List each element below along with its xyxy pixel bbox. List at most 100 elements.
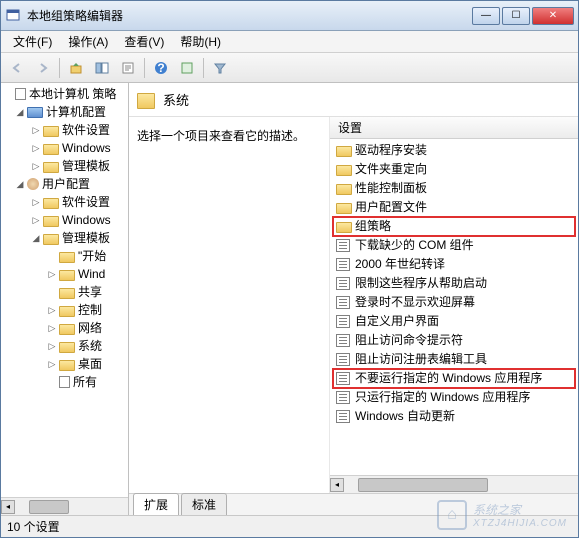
- tree-control[interactable]: ▷控制: [1, 301, 128, 319]
- expander-icon[interactable]: ▷: [31, 197, 41, 207]
- folder-icon: [43, 216, 59, 227]
- item-label: 阻止访问注册表编辑工具: [355, 351, 487, 368]
- scroll-thumb[interactable]: [29, 500, 69, 514]
- list-item[interactable]: 2000 年世纪转译: [330, 255, 578, 274]
- list-horizontal-scrollbar[interactable]: ◂: [330, 475, 578, 493]
- scroll-left-button[interactable]: ◂: [330, 478, 344, 492]
- settings-list[interactable]: 驱动程序安装 文件夹重定向 性能控制面板 用户配置文件 组策略 下载缺少的 CO…: [330, 139, 578, 475]
- expander-icon[interactable]: ▷: [31, 143, 41, 153]
- tree-desktop[interactable]: ▷ 桌面: [1, 355, 128, 373]
- item-label: 用户配置文件: [355, 199, 427, 216]
- expander-icon[interactable]: ▷: [47, 305, 57, 315]
- folder-icon: [59, 342, 75, 353]
- list-item[interactable]: Windows 自动更新: [330, 407, 578, 426]
- export-button[interactable]: [116, 56, 140, 80]
- tree-user-config[interactable]: ◢用户配置: [1, 175, 128, 193]
- column-header-settings[interactable]: 设置: [330, 117, 578, 139]
- expander-icon[interactable]: ▷: [31, 161, 41, 171]
- tree-start-menu[interactable]: "开始: [1, 247, 128, 265]
- separator: [144, 58, 145, 78]
- show-hide-tree-button[interactable]: [90, 56, 114, 80]
- menu-file[interactable]: 文件(F): [5, 31, 60, 52]
- tree-root[interactable]: 本地计算机 策略: [1, 85, 128, 103]
- tree-label: 桌面: [78, 356, 102, 372]
- expander-icon[interactable]: ▷: [47, 359, 57, 369]
- list-item-highlighted[interactable]: 不要运行指定的 Windows 应用程序: [332, 368, 576, 389]
- folder-icon: [43, 126, 59, 137]
- details-header: 系统: [129, 83, 578, 117]
- help-button[interactable]: ?: [149, 56, 173, 80]
- expander-icon[interactable]: ▷: [31, 215, 41, 225]
- expander-icon[interactable]: ◢: [31, 233, 41, 243]
- menubar: 文件(F) 操作(A) 查看(V) 帮助(H): [1, 31, 578, 53]
- item-label: 自定义用户界面: [355, 313, 439, 330]
- tree-horizontal-scrollbar[interactable]: ◂: [1, 497, 128, 515]
- description-text: 选择一个项目来查看它的描述。: [137, 127, 321, 144]
- list-item[interactable]: 自定义用户界面: [330, 312, 578, 331]
- up-button[interactable]: [64, 56, 88, 80]
- list-item-highlighted[interactable]: 组策略: [332, 216, 576, 237]
- tree-system[interactable]: ▷ 系统: [1, 337, 128, 355]
- properties-button[interactable]: [175, 56, 199, 80]
- close-button[interactable]: ✕: [532, 7, 574, 25]
- menu-help[interactable]: 帮助(H): [172, 31, 229, 52]
- list-item[interactable]: 文件夹重定向: [330, 160, 578, 179]
- separator: [203, 58, 204, 78]
- list-item[interactable]: 登录时不显示欢迎屏幕: [330, 293, 578, 312]
- expander-icon[interactable]: [47, 287, 57, 297]
- expander-icon[interactable]: [3, 89, 13, 99]
- svg-text:?: ?: [157, 61, 164, 75]
- expander-icon[interactable]: ▷: [47, 323, 57, 333]
- menu-action[interactable]: 操作(A): [60, 31, 116, 52]
- list-item[interactable]: 阻止访问注册表编辑工具: [330, 350, 578, 369]
- forward-button[interactable]: [31, 56, 55, 80]
- user-icon: [27, 178, 39, 190]
- expander-icon[interactable]: [47, 377, 57, 387]
- expander-icon[interactable]: [47, 251, 57, 261]
- filter-button[interactable]: [208, 56, 232, 80]
- toolbar: ?: [1, 53, 578, 83]
- tree-uc-software[interactable]: ▷软件设置: [1, 193, 128, 211]
- list-item[interactable]: 阻止访问命令提示符: [330, 331, 578, 350]
- navigation-tree[interactable]: 本地计算机 策略 ◢计算机配置 ▷软件设置 ▷Windows ▷管理模板 ◢用户…: [1, 83, 128, 497]
- details-pane: 系统 选择一个项目来查看它的描述。 设置 驱动程序安装 文件夹重定向 性能控制面…: [129, 83, 578, 515]
- titlebar: 本地组策略编辑器 — ☐ ✕: [1, 1, 578, 31]
- setting-icon: [336, 277, 350, 290]
- list-item[interactable]: 性能控制面板: [330, 179, 578, 198]
- expander-icon[interactable]: ▷: [47, 269, 57, 279]
- list-item[interactable]: 限制这些程序从帮助启动: [330, 274, 578, 293]
- list-item[interactable]: 驱动程序安装: [330, 141, 578, 160]
- tree-label: 所有: [73, 374, 97, 390]
- folder-icon: [336, 184, 352, 195]
- scroll-thumb[interactable]: [358, 478, 488, 492]
- tree-label: 系统: [78, 338, 102, 354]
- tree-network[interactable]: ▷网络: [1, 319, 128, 337]
- folder-icon: [59, 306, 75, 317]
- list-item[interactable]: 只运行指定的 Windows 应用程序: [330, 388, 578, 407]
- tree-cc-admin[interactable]: ▷管理模板: [1, 157, 128, 175]
- tree-share[interactable]: 共享: [1, 283, 128, 301]
- back-button[interactable]: [5, 56, 29, 80]
- tab-extended[interactable]: 扩展: [133, 493, 179, 515]
- folder-icon: [59, 270, 75, 281]
- tree-cc-windows[interactable]: ▷Windows: [1, 139, 128, 157]
- expander-icon[interactable]: ◢: [15, 107, 25, 117]
- expander-icon[interactable]: ◢: [15, 179, 25, 189]
- menu-view[interactable]: 查看(V): [116, 31, 172, 52]
- list-item[interactable]: 下载缺少的 COM 组件: [330, 236, 578, 255]
- list-item[interactable]: 用户配置文件: [330, 198, 578, 217]
- item-label: 阻止访问命令提示符: [355, 332, 463, 349]
- tree-all[interactable]: 所有: [1, 373, 128, 391]
- tree-wind[interactable]: ▷ Wind: [1, 265, 128, 283]
- scroll-left-button[interactable]: ◂: [1, 500, 15, 514]
- tree-cc-software[interactable]: ▷软件设置: [1, 121, 128, 139]
- tree-uc-windows[interactable]: ▷Windows: [1, 211, 128, 229]
- tab-standard[interactable]: 标准: [181, 493, 227, 515]
- tree-uc-admin[interactable]: ◢管理模板: [1, 229, 128, 247]
- tree-computer-config[interactable]: ◢计算机配置: [1, 103, 128, 121]
- expander-icon[interactable]: ▷: [31, 125, 41, 135]
- minimize-button[interactable]: —: [472, 7, 500, 25]
- expander-icon[interactable]: ▷: [47, 341, 57, 351]
- tree-label: Wind: [78, 266, 105, 282]
- maximize-button[interactable]: ☐: [502, 7, 530, 25]
